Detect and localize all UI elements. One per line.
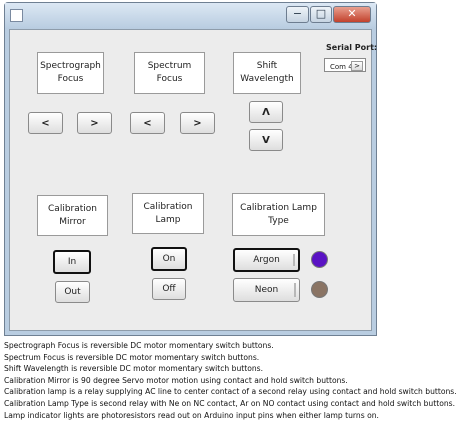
chevron-right-icon[interactable]: >	[351, 61, 363, 71]
app-icon	[10, 9, 23, 22]
spectrograph-focus-right-button[interactable]: >	[77, 112, 112, 134]
spectrum-focus-left-button[interactable]: <	[130, 112, 165, 134]
spectrograph-focus-label: Spectrograph Focus	[37, 52, 104, 94]
button-edge	[293, 254, 295, 266]
shift-wavelength-up-button[interactable]: Λ	[249, 101, 283, 123]
button-edge	[294, 283, 296, 297]
spectrum-focus-right-button[interactable]: >	[180, 112, 215, 134]
neon-lamp-button[interactable]: Neon	[233, 278, 300, 302]
page: − □ ✕ Spectrograph Focus Spectrum Focus …	[0, 0, 474, 433]
shift-wavelength-label: Shift Wavelength	[233, 52, 301, 94]
argon-lamp-indicator-icon	[311, 251, 328, 268]
description-text: Spectrograph Focus is reversible DC moto…	[4, 340, 472, 421]
serial-port-value: Com 4	[330, 63, 353, 71]
caption-line: Spectrograph Focus is reversible DC moto…	[4, 341, 274, 350]
title-bar[interactable]: − □ ✕	[5, 3, 376, 29]
caption-line: Spectrum Focus is reversible DC motor mo…	[4, 352, 260, 362]
minimize-button[interactable]: −	[286, 6, 309, 23]
argon-lamp-button[interactable]: Argon	[233, 248, 300, 272]
mirror-out-button[interactable]: Out	[55, 281, 90, 303]
serial-port-select[interactable]: Com 4 >	[324, 58, 366, 72]
shift-wavelength-down-button[interactable]: V	[249, 129, 283, 151]
caption-line: Calibration Lamp Type is second relay wi…	[4, 398, 456, 408]
lamp-off-button[interactable]: Off	[152, 278, 186, 300]
lamp-on-button[interactable]: On	[151, 247, 187, 271]
calibration-mirror-label: Calibration Mirror	[37, 195, 108, 236]
neon-lamp-indicator-icon	[311, 281, 328, 298]
caption-line: Lamp indicator lights are photoresistors…	[4, 410, 379, 420]
serial-port-label: Serial Port:	[326, 43, 378, 52]
control-panel: Spectrograph Focus Spectrum Focus Shift …	[9, 29, 377, 331]
caption-line: Calibration Mirror is 90 degree Servo mo…	[4, 375, 348, 385]
calibration-lamp-label: Calibration Lamp	[132, 193, 204, 234]
calibration-lamp-type-label: Calibration Lamp Type	[232, 193, 325, 236]
close-button[interactable]: ✕	[333, 6, 371, 23]
neon-lamp-label: Neon	[254, 285, 279, 295]
maximize-button[interactable]: □	[310, 6, 332, 23]
argon-lamp-label: Argon	[253, 255, 280, 265]
caption-line: Calibration lamp is a relay supplying AC…	[4, 387, 457, 397]
caption-line: Shift Wavelength is reversible DC motor …	[4, 364, 264, 374]
mirror-in-button[interactable]: In	[53, 250, 91, 274]
spectrograph-focus-left-button[interactable]: <	[28, 112, 63, 134]
spectrum-focus-label: Spectrum Focus	[134, 52, 205, 94]
app-window: − □ ✕ Spectrograph Focus Spectrum Focus …	[4, 2, 377, 336]
